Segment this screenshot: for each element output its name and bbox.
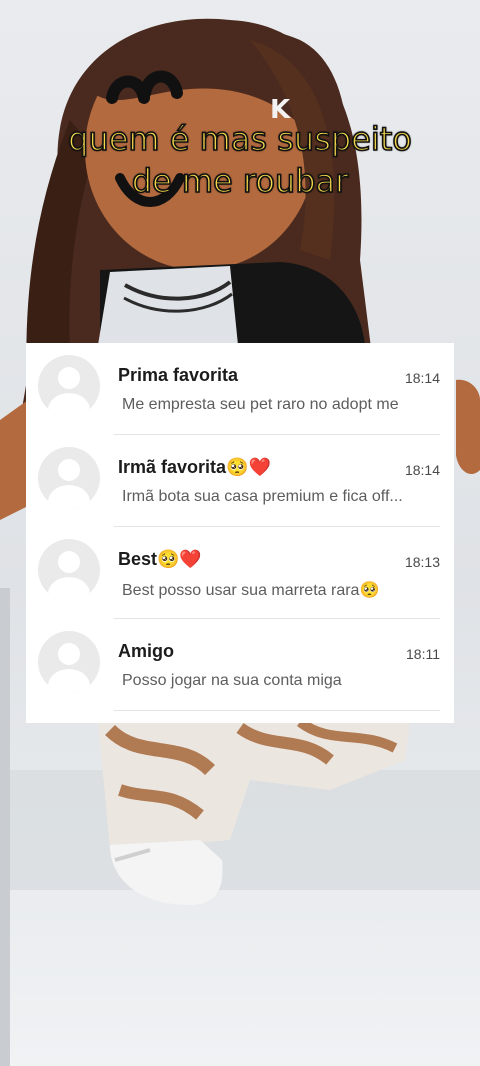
default-avatar-icon bbox=[38, 447, 100, 509]
chat-row-irma-favorita[interactable]: Irmã favorita🥺❤️ 18:14 Irmã bota sua cas… bbox=[26, 435, 454, 527]
default-avatar-icon bbox=[38, 355, 100, 417]
caption-line-1: quem é mas suspeito bbox=[67, 119, 412, 159]
default-avatar-icon bbox=[38, 631, 100, 693]
chat-row-prima-favorita[interactable]: Prima favorita 18:14 Me empresta seu pet… bbox=[26, 343, 454, 435]
chat-preview: Irmã bota sua casa premium e fica off... bbox=[122, 488, 403, 505]
chat-preview: Best posso usar sua marreta rara🥺 bbox=[122, 582, 380, 599]
row-divider bbox=[114, 710, 440, 711]
chat-preview: Me empresta seu pet raro no adopt me bbox=[122, 396, 399, 413]
chat-name: Prima favorita bbox=[118, 365, 239, 385]
chat-time: 18:14 bbox=[404, 462, 440, 478]
chat-row-amigo[interactable]: Amigo 18:11 Posso jogar na sua conta mig… bbox=[26, 619, 454, 711]
chat-name: Amigo bbox=[118, 641, 174, 661]
chat-list: Prima favorita 18:14 Me empresta seu pet… bbox=[26, 343, 454, 723]
video-caption: quem é mas suspeito de me roubar bbox=[0, 118, 480, 202]
chat-preview: Posso jogar na sua conta miga bbox=[122, 672, 342, 689]
chat-name: Irmã favorita🥺❤️ bbox=[118, 457, 271, 477]
chat-row-best[interactable]: Best🥺❤️ 18:13 Best posso usar sua marret… bbox=[26, 527, 454, 619]
chat-time: 18:14 bbox=[404, 370, 440, 386]
chat-name: Best🥺❤️ bbox=[118, 549, 202, 569]
caption-line-2: de me roubar bbox=[131, 161, 349, 201]
chat-time: 18:13 bbox=[404, 554, 440, 570]
chat-time: 18:11 bbox=[406, 646, 440, 662]
default-avatar-icon bbox=[38, 539, 100, 601]
